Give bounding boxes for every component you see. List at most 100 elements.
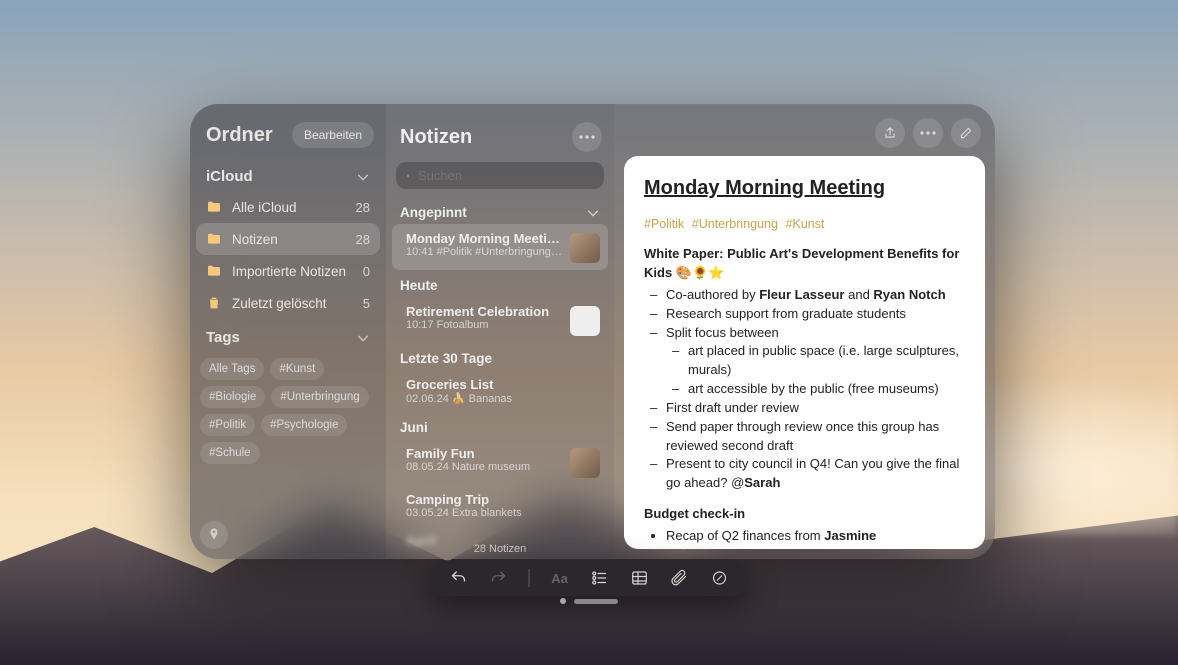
tag-pill[interactable]: Alle Tags bbox=[200, 358, 264, 380]
undo-button[interactable] bbox=[449, 568, 469, 588]
folder-label: Alle iCloud bbox=[232, 200, 297, 215]
compose-button[interactable] bbox=[951, 118, 981, 148]
folder-row[interactable]: Alle iCloud28 bbox=[196, 191, 380, 223]
notes-window: Ordner Bearbeiten iCloud Alle iCloud28No… bbox=[190, 104, 995, 559]
note-row-title: Retirement Celebration bbox=[406, 304, 562, 319]
icloud-section-header[interactable]: iCloud bbox=[190, 158, 386, 191]
attach-button[interactable] bbox=[670, 568, 690, 588]
tag-pill[interactable]: #Kunst bbox=[270, 358, 324, 380]
list-item: First draft under review bbox=[666, 399, 965, 418]
sidebar: Ordner Bearbeiten iCloud Alle iCloud28No… bbox=[190, 104, 386, 559]
share-icon bbox=[883, 126, 897, 140]
note-row-title: Groceries List bbox=[406, 377, 600, 392]
chevron-down-icon bbox=[356, 331, 370, 345]
note-row[interactable]: Camping Trip03.05.24 Extra blankets bbox=[386, 485, 614, 526]
markup-button[interactable] bbox=[710, 568, 730, 588]
note-row-title: Camping Trip bbox=[406, 492, 600, 507]
page-indicator bbox=[560, 598, 618, 604]
text-format-button: Aa bbox=[550, 568, 570, 588]
page-bar bbox=[574, 599, 618, 604]
group-label: Juni bbox=[400, 420, 428, 435]
note-row-subtitle: 03.05.24 Extra blankets bbox=[406, 507, 600, 519]
note-hashtags: #Politik #Unterbringung #Kunst bbox=[644, 215, 965, 233]
group-label: Letzte 30 Tage bbox=[400, 351, 492, 366]
tag-pill[interactable]: #Unterbringung bbox=[271, 386, 368, 408]
compose-icon bbox=[959, 126, 973, 140]
notes-list[interactable]: Angepinnt Monday Morning Meeting10:41 #Po… bbox=[386, 197, 614, 559]
list-item: art placed in public space (i.e. large s… bbox=[688, 342, 965, 380]
redo-button bbox=[489, 568, 509, 588]
redo-icon bbox=[490, 569, 508, 587]
share-button[interactable] bbox=[875, 118, 905, 148]
chevron-down-icon bbox=[356, 170, 370, 184]
note-row[interactable]: Retirement Celebration10:17 Fotoalbum bbox=[386, 297, 614, 343]
folder-label: Importierte Notizen bbox=[232, 264, 346, 279]
table-button[interactable] bbox=[630, 568, 650, 588]
markup-icon bbox=[711, 569, 729, 587]
note-row-subtitle: 10:41 #Politik #Unterbringung #Ku… bbox=[406, 246, 562, 258]
checklist-button[interactable] bbox=[590, 568, 610, 588]
editor-more-button[interactable] bbox=[913, 118, 943, 148]
folder-row[interactable]: Importierte Notizen0 bbox=[196, 255, 380, 287]
budget-heading: Budget check-in bbox=[644, 505, 965, 524]
folder-row[interactable]: Notizen 28 bbox=[196, 223, 380, 255]
note-row[interactable]: Family Fun08.05.24 Nature museum bbox=[386, 439, 614, 485]
tag-pill[interactable]: #Schule bbox=[200, 442, 260, 464]
ellipsis-icon bbox=[920, 131, 936, 135]
note-title: Monday Morning Meeting bbox=[644, 174, 965, 203]
folder-count: 28 bbox=[356, 232, 370, 247]
chevron-down-icon bbox=[586, 206, 600, 220]
list-item: Discus potential new funding sources bbox=[666, 546, 965, 549]
note-row-title: Monday Morning Meeting bbox=[406, 231, 562, 246]
notes-count-label: 28 Notizen bbox=[386, 543, 614, 555]
group-label: Heute bbox=[400, 278, 438, 293]
folder-count: 5 bbox=[363, 296, 370, 311]
toolbar-divider bbox=[529, 569, 530, 587]
list-group-header[interactable]: Heute bbox=[386, 270, 614, 297]
search-input[interactable] bbox=[418, 168, 594, 183]
note-row-subtitle: 10:17 Fotoalbum bbox=[406, 319, 562, 331]
hashtag[interactable]: #Kunst bbox=[785, 217, 824, 231]
list-group-header[interactable]: Angepinnt bbox=[386, 197, 614, 224]
tag-plus-icon bbox=[206, 527, 222, 543]
list-more-button[interactable] bbox=[572, 122, 602, 152]
note-thumbnail bbox=[570, 306, 600, 336]
note-row-title: Family Fun bbox=[406, 446, 562, 461]
list-item: Co-authored by Fleur Lasseur and Ryan No… bbox=[666, 286, 965, 305]
tags-section-header[interactable]: Tags bbox=[190, 319, 386, 352]
edit-button[interactable]: Bearbeiten bbox=[292, 122, 374, 148]
note-row-subtitle: 08.05.24 Nature museum bbox=[406, 461, 562, 473]
note-editor[interactable]: Monday Morning Meeting #Politik #Unterbr… bbox=[624, 156, 985, 549]
list-group-header[interactable]: Juni bbox=[386, 412, 614, 439]
group-label: Angepinnt bbox=[400, 205, 467, 220]
tag-pill[interactable]: #Psychologie bbox=[261, 414, 347, 436]
white-paper-heading: White Paper: Public Art's Development Be… bbox=[644, 245, 965, 283]
hashtag[interactable]: #Politik bbox=[644, 217, 684, 231]
tags-container: Alle Tags #Kunst#Biologie #Unterbringung #P… bbox=[190, 352, 386, 470]
list-item: Research support from graduate students bbox=[666, 305, 965, 324]
table-icon bbox=[631, 569, 649, 587]
tags-section-label: Tags bbox=[206, 329, 240, 346]
note-thumbnail bbox=[570, 448, 600, 478]
hashtag[interactable]: #Unterbringung bbox=[692, 217, 778, 231]
undo-icon bbox=[450, 569, 468, 587]
folder-row[interactable]: Zuletzt gelöscht5 bbox=[196, 287, 380, 319]
tag-pill[interactable]: #Politik bbox=[200, 414, 255, 436]
ellipsis-icon bbox=[579, 135, 595, 139]
sidebar-title: Ordner bbox=[206, 124, 273, 147]
tag-pill[interactable]: #Biologie bbox=[200, 386, 265, 408]
search-field[interactable] bbox=[396, 162, 604, 189]
list-title: Notizen bbox=[400, 126, 472, 149]
format-toolbar: Aa bbox=[429, 560, 750, 596]
note-row[interactable]: Monday Morning Meeting10:41 #Politik #Un… bbox=[392, 224, 608, 270]
note-thumbnail bbox=[570, 233, 600, 263]
note-editor-column: Monday Morning Meeting #Politik #Unterbr… bbox=[614, 104, 995, 559]
list-group-header[interactable]: Letzte 30 Tage bbox=[386, 343, 614, 370]
page-dot bbox=[560, 598, 566, 604]
new-folder-button[interactable] bbox=[200, 521, 228, 549]
checklist-icon bbox=[591, 569, 609, 587]
note-row[interactable]: Groceries List02.06.24 🍌 Bananas bbox=[386, 370, 614, 412]
icloud-section-label: iCloud bbox=[206, 168, 253, 185]
folder-label: Notizen bbox=[232, 232, 278, 247]
mic-icon bbox=[406, 169, 410, 183]
